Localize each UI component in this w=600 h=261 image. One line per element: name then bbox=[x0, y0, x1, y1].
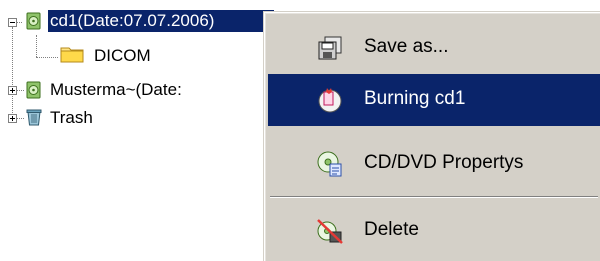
tree-item-musterma[interactable]: Musterma~(Date: bbox=[48, 79, 270, 101]
menu-item-burning[interactable]: Burning cd1 bbox=[268, 74, 600, 126]
menu-item-label: CD/DVD Propertys bbox=[364, 152, 524, 173]
folder-icon bbox=[60, 47, 84, 63]
tree-line bbox=[17, 90, 24, 92]
trash-icon bbox=[26, 109, 42, 126]
menu-item-cd-dvd-properties[interactable]: CD/DVD Propertys bbox=[268, 138, 600, 190]
tree-item-cd1[interactable]: cd1(Date:07.07.2006) bbox=[48, 10, 274, 32]
menu-item-label: Burning cd1 bbox=[364, 88, 466, 109]
menu-item-label: Save as... bbox=[364, 36, 449, 57]
tree-line bbox=[36, 35, 38, 57]
tree-item-trash[interactable]: Trash bbox=[48, 107, 95, 129]
tree-line bbox=[17, 118, 24, 120]
context-menu: Save as... Burning cd1 CD/DVD Propertys bbox=[264, 12, 600, 261]
tree-line bbox=[12, 27, 14, 117]
cd-drive-icon bbox=[26, 12, 41, 30]
delete-icon bbox=[317, 219, 343, 244]
cd-properties-icon bbox=[317, 151, 342, 177]
burn-cd-icon bbox=[318, 88, 342, 113]
file-tree: cd1(Date:07.07.2006) DICOM Musterma~(Dat… bbox=[0, 0, 274, 261]
tree-line bbox=[36, 57, 58, 59]
save-as-icon bbox=[318, 36, 342, 60]
menu-item-label: Delete bbox=[364, 219, 419, 240]
expand-toggle[interactable] bbox=[8, 114, 17, 123]
cd-drive-icon bbox=[26, 81, 41, 99]
menu-item-delete[interactable]: Delete bbox=[268, 205, 600, 257]
collapse-toggle[interactable] bbox=[8, 18, 17, 27]
menu-separator bbox=[270, 196, 598, 198]
tree-item-dicom[interactable]: DICOM bbox=[92, 45, 153, 67]
expand-toggle[interactable] bbox=[8, 86, 17, 95]
menu-item-save-as[interactable]: Save as... bbox=[268, 22, 600, 74]
